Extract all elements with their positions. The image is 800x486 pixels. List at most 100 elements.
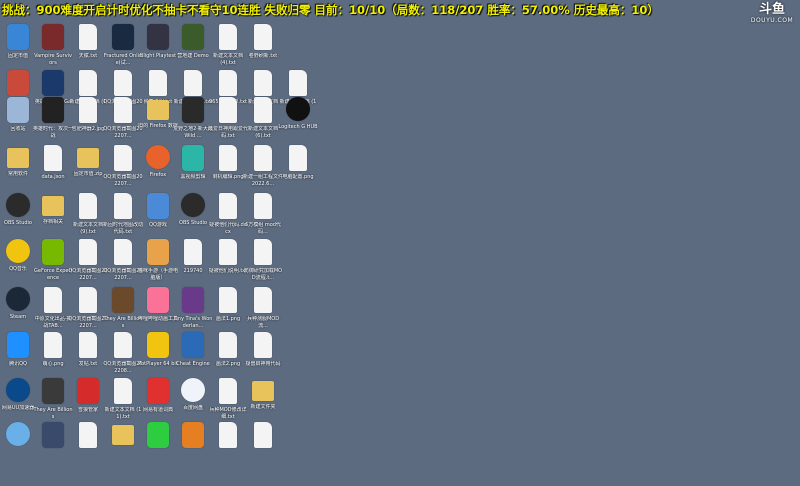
file-icon — [289, 145, 307, 171]
app-icon — [147, 332, 169, 358]
desktop-icon-label: 中原文化出品·挑战TAB... — [34, 316, 72, 329]
desktop-icon[interactable] — [175, 420, 211, 486]
file-icon — [254, 70, 272, 96]
desktop-icon-label: 兵种MOD修改详细.txt — [209, 407, 247, 420]
desktop-icon-label: 新建文本文档 (6).txt — [247, 126, 278, 139]
desktop-icon-label: 黑视频剪辑 — [180, 174, 206, 180]
desktop: 固定市值 Vampire Survivors 天赋.txt Fractured Onl… — [0, 0, 800, 450]
file-icon — [254, 422, 272, 448]
file-icon — [219, 287, 237, 313]
app-icon — [147, 378, 169, 404]
file-icon — [79, 332, 97, 358]
file-icon — [254, 332, 272, 358]
app-icon — [7, 70, 29, 96]
desktop-icon-label: QQ浏览器截图202207... — [103, 268, 143, 281]
desktop-icon[interactable] — [35, 420, 71, 486]
app-icon — [182, 332, 204, 358]
desktop-icon[interactable]: 电脑配置.png — [280, 143, 316, 209]
desktop-icon[interactable] — [245, 420, 281, 486]
desktop-icon-label: 疑被他们说明.txt — [208, 268, 248, 274]
app-icon — [6, 193, 30, 217]
app-icon — [182, 24, 204, 50]
app-icon — [112, 24, 134, 50]
file-icon — [289, 70, 307, 96]
watermark-logo: 斗鱼 — [758, 2, 785, 17]
app-icon — [147, 24, 169, 50]
app-icon — [146, 145, 170, 169]
desktop-icon[interactable] — [0, 420, 36, 486]
file-icon — [254, 97, 272, 123]
desktop-icon-label: 萌心.png — [42, 361, 64, 367]
desktop-icon-label: 固定市值.zip — [73, 171, 103, 177]
file-icon — [219, 70, 237, 96]
file-icon — [219, 97, 237, 123]
desktop-icon-label: Tiny Tina's Wonderlan... — [173, 316, 213, 329]
desktop-icon-label: They Are Billions — [33, 407, 73, 420]
file-icon — [79, 24, 97, 50]
file-icon — [79, 239, 97, 265]
app-icon — [42, 97, 64, 123]
desktop-icon-label: 卷野刷新.txt — [248, 53, 278, 59]
app-icon — [147, 422, 169, 448]
desktop-icon[interactable] — [140, 420, 176, 486]
file-icon — [219, 193, 237, 219]
desktop-icon-label: 荒野之地2·新大陆 Wild ... — [173, 126, 213, 139]
file-icon — [79, 287, 97, 313]
desktop-icon-label: 新建文本文档 (4).txt — [212, 53, 243, 66]
app-icon — [6, 422, 30, 446]
app-icon — [42, 70, 64, 96]
app-icon — [182, 97, 204, 123]
file-icon — [184, 239, 202, 265]
desktop-icon-label: Cheat Engine — [176, 361, 210, 367]
desktop-icon-label: OBS Studio — [179, 220, 207, 226]
desktop-icon-label: 雪狼管家 — [77, 407, 98, 413]
file-icon — [44, 332, 62, 358]
desktop-icon-label: QQ浏览器截图202207... — [68, 268, 108, 281]
desktop-icon-label: Vampire Survivors — [34, 53, 72, 66]
file-icon — [114, 378, 132, 404]
file-icon — [44, 145, 62, 171]
desktop-icon-label: 最爱日神用跟爱代码.txt — [208, 126, 248, 139]
desktop-icon-label: 疑被他们代码.docx — [209, 222, 247, 235]
folder-icon — [252, 381, 274, 401]
folder-icon — [77, 148, 99, 168]
file-icon — [184, 70, 202, 96]
watermark-domain: DOUYU.COM — [750, 17, 794, 24]
desktop-icon[interactable] — [210, 420, 246, 486]
desktop-icon-label: 新建文本文档 (9).txt — [72, 222, 103, 235]
app-icon — [147, 239, 169, 265]
desktop-icon-label: 疑兽启神用代码 — [245, 361, 281, 367]
app-icon — [42, 378, 64, 404]
desktop-icon-label: QQ浏览器截图202207... — [103, 174, 143, 187]
desktop-icon-label: 画法1.png — [215, 316, 241, 322]
folder-icon — [147, 100, 169, 120]
app-icon — [147, 287, 169, 313]
app-icon — [181, 193, 205, 217]
desktop-icon-label: PotPlayer 64 bit — [138, 361, 178, 367]
desktop-icon[interactable] — [105, 420, 141, 486]
desktop-icon-label: 防御研究加载MOD流程.t... — [243, 268, 283, 281]
desktop-icon-label: QQ浏览器截图202207... — [103, 126, 143, 139]
file-icon — [79, 422, 97, 448]
desktop-icon-label: 兵种测服MOD流... — [246, 316, 280, 329]
desktop-icon-label: Firefox — [149, 172, 167, 178]
file-icon — [219, 378, 237, 404]
desktop-icon-label: 剩机编辑.png — [212, 174, 244, 180]
file-icon — [219, 24, 237, 50]
desktop-icon-label: 英雄时代：攻次一战 — [33, 126, 73, 139]
file-icon — [114, 97, 132, 123]
desktop-icon-label: QQ浏览器截图202207... — [68, 316, 108, 329]
file-icon — [114, 239, 132, 265]
desktop-icon-label: 新建一组工程文件2022.6... — [243, 174, 283, 187]
desktop-icon-label: 营地建 Demo — [177, 53, 209, 59]
app-icon — [42, 422, 64, 448]
desktop-icon[interactable] — [70, 420, 106, 486]
file-icon — [149, 70, 167, 96]
app-icon — [182, 287, 204, 313]
desktop-icon-label: 6万模组 mod代码... — [245, 222, 281, 235]
file-icon — [254, 24, 272, 50]
app-icon — [112, 287, 134, 313]
file-icon — [79, 97, 97, 123]
desktop-icon-label: Logitech G HUB — [278, 124, 318, 130]
app-icon — [182, 422, 204, 448]
